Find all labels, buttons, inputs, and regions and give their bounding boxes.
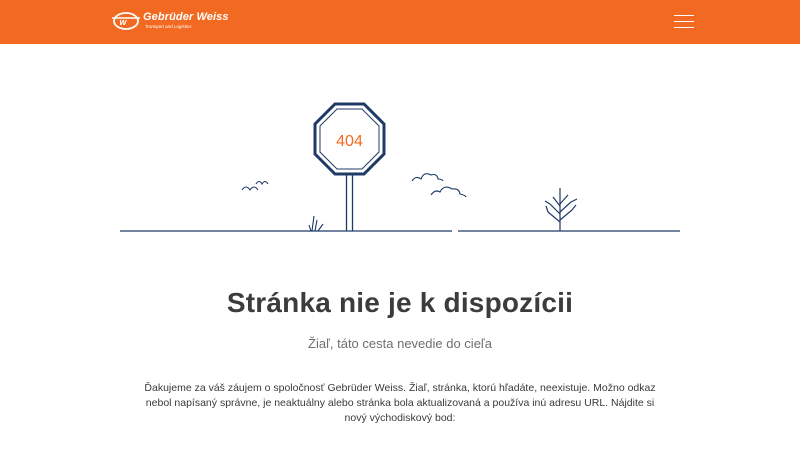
sign-post xyxy=(345,172,354,231)
logo-mark-icon: w xyxy=(112,12,140,30)
menu-line xyxy=(674,15,694,16)
sign-404-text: 404 xyxy=(336,133,363,150)
menu-line xyxy=(674,21,694,22)
logo-tagline: Transport and Logistics xyxy=(145,24,192,29)
svg-text:w: w xyxy=(120,17,128,27)
birds-icon xyxy=(241,180,269,191)
grass-icon xyxy=(308,215,324,232)
page-title: Stránka nie je k dispozícii xyxy=(226,287,574,318)
hamburger-menu-icon[interactable] xyxy=(674,14,696,30)
cloud-icon xyxy=(411,173,467,198)
page-subtitle: Žiaľ, táto cesta nevedie do cieľa xyxy=(308,336,492,351)
menu-line xyxy=(674,27,694,28)
body-text: Ďakujeme za váš záujem o spoločnosť Gebr… xyxy=(144,382,656,424)
logo-name: Gebrüder Weiss xyxy=(143,11,229,23)
tree-icon xyxy=(544,188,578,231)
stop-sign-404: 404 xyxy=(313,102,386,176)
top-navigation-bar: w Gebrüder Weiss Transport and Logistics xyxy=(0,0,800,44)
road-sign-illustration: 404 xyxy=(120,102,680,232)
gebruder-weiss-logo[interactable]: w Gebrüder Weiss Transport and Logistics xyxy=(112,10,242,34)
